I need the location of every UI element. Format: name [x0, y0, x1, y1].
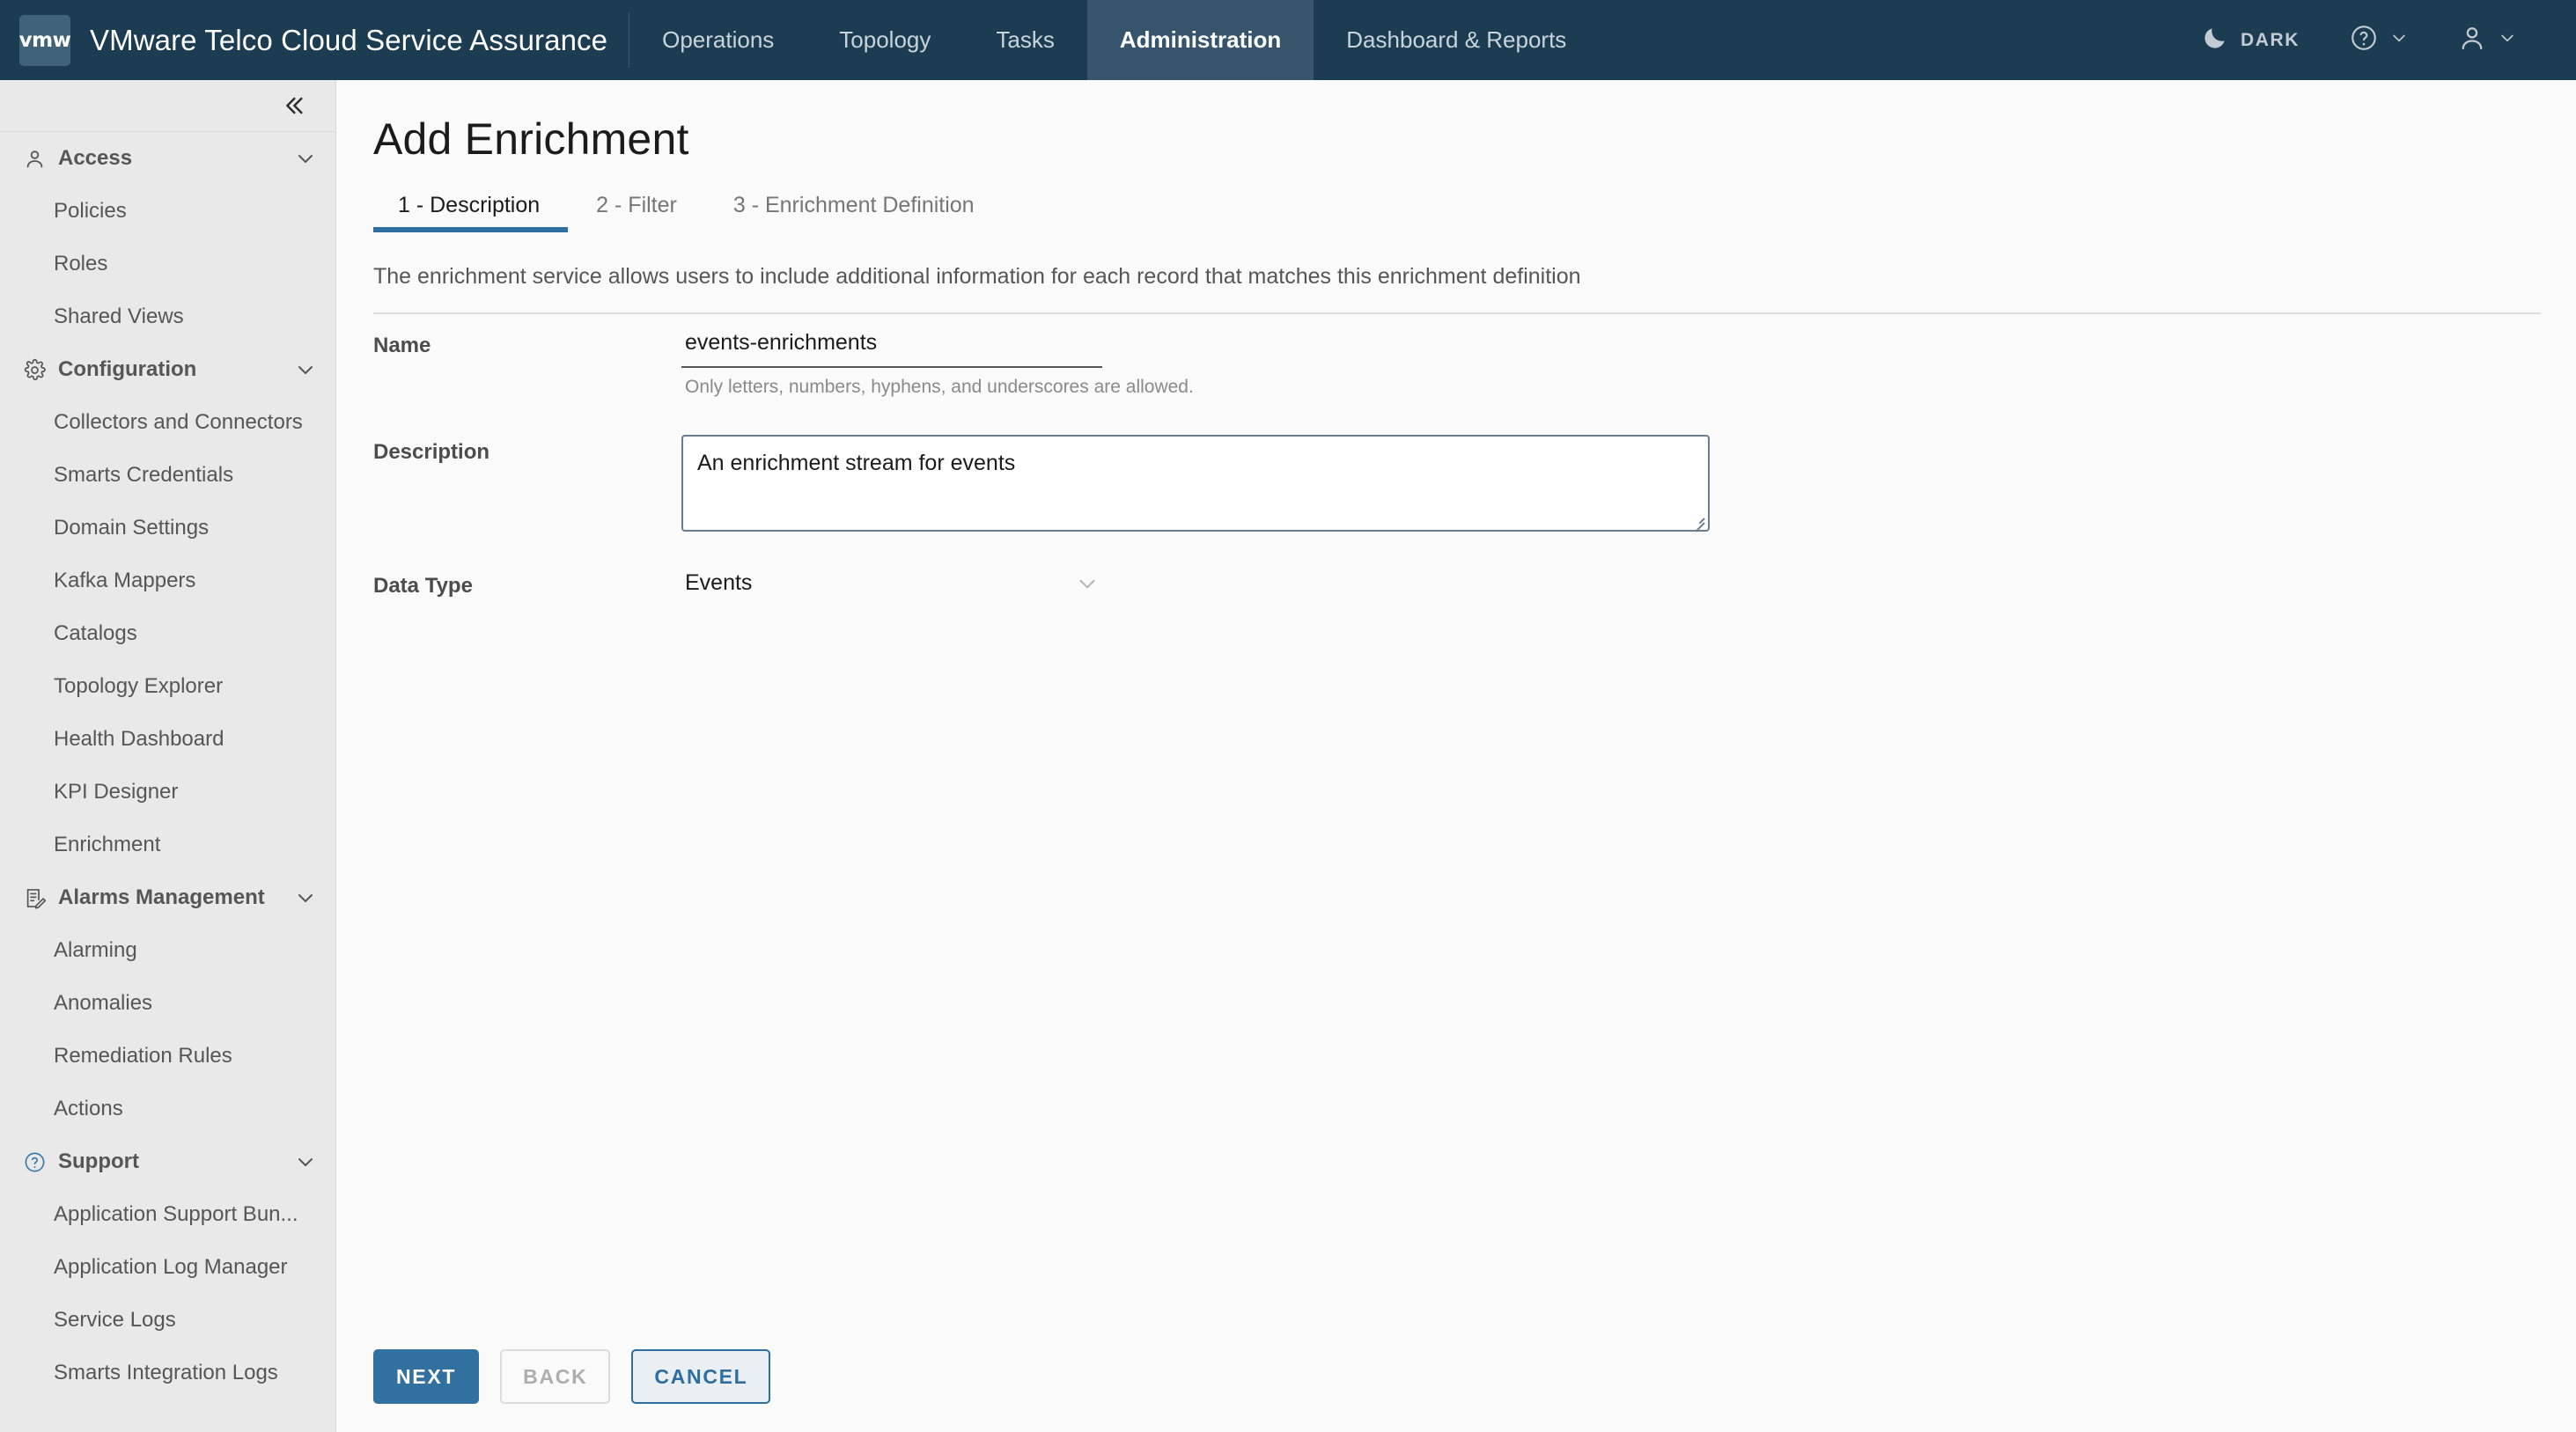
sidebar-item-anomalies[interactable]: Anomalies	[0, 977, 335, 1030]
main-content: Add Enrichment 1 - Description 2 - Filte…	[336, 80, 2576, 1432]
nav-item-dashboard-reports[interactable]: Dashboard & Reports	[1314, 0, 1599, 80]
question-circle-icon	[2349, 23, 2379, 57]
cancel-button[interactable]: CANCEL	[631, 1349, 771, 1404]
name-control: Only letters, numbers, hyphens, and unde…	[681, 328, 1194, 398]
user-menu[interactable]	[2432, 23, 2541, 57]
moon-icon	[2201, 24, 2229, 56]
tab-description[interactable]: 1 - Description	[373, 193, 569, 232]
sidebar-group-label: Support	[58, 1149, 139, 1173]
sidebar-item-smarts-integration-logs[interactable]: Smarts Integration Logs	[0, 1347, 335, 1399]
wizard-tabs: 1 - Description 2 - Filter 3 - Enrichmen…	[373, 193, 2576, 232]
sidebar-item-enrichment[interactable]: Enrichment	[0, 819, 335, 871]
chevron-down-icon	[295, 359, 316, 380]
data-type-value: Events	[685, 570, 753, 595]
gear-icon	[21, 356, 48, 383]
nav-item-tasks[interactable]: Tasks	[963, 0, 1086, 80]
sidebar-item-health-dashboard[interactable]: Health Dashboard	[0, 713, 335, 766]
description-label: Description	[373, 440, 490, 464]
chevron-down-icon	[295, 148, 316, 169]
description-control: An enrichment stream for events	[681, 435, 1710, 532]
sidebar-group-alarms-management[interactable]: Alarms Management	[0, 871, 335, 924]
vmware-logo: vmw	[19, 14, 71, 66]
tab-filter[interactable]: 2 - Filter	[568, 193, 705, 232]
sidebar: Access Policies Roles Shared Views Confi…	[0, 80, 336, 1432]
description-textarea[interactable]: An enrichment stream for events	[681, 435, 1710, 532]
sidebar-group-label: Configuration	[58, 357, 197, 381]
sidebar-item-topology-explorer[interactable]: Topology Explorer	[0, 660, 335, 713]
user-icon	[21, 145, 48, 172]
app-title: VMware Telco Cloud Service Assurance	[90, 23, 608, 56]
sidebar-group-label: Access	[58, 146, 133, 170]
list-edit-icon	[21, 885, 48, 911]
name-label: Name	[373, 334, 431, 357]
sidebar-group-label: Alarms Management	[58, 885, 265, 909]
chevron-down-icon	[1076, 572, 1099, 595]
chevron-down-icon	[295, 887, 316, 908]
name-input[interactable]	[681, 328, 1102, 368]
double-chevron-left-icon[interactable]	[279, 92, 307, 120]
back-button: BACK	[500, 1349, 611, 1404]
nav-item-operations[interactable]: Operations	[629, 0, 806, 80]
sidebar-group-support[interactable]: Support	[0, 1135, 335, 1188]
primary-nav: Operations Topology Tasks Administration…	[629, 0, 1599, 80]
sidebar-item-application-log-manager[interactable]: Application Log Manager	[0, 1241, 335, 1294]
sidebar-item-kafka-mappers[interactable]: Kafka Mappers	[0, 554, 335, 607]
sidebar-group-access[interactable]: Access	[0, 132, 335, 185]
sidebar-item-kpi-designer[interactable]: KPI Designer	[0, 766, 335, 819]
sidebar-item-remediation-rules[interactable]: Remediation Rules	[0, 1030, 335, 1083]
data-type-label: Data Type	[373, 574, 473, 598]
sidebar-item-application-support-bundle[interactable]: Application Support Bun...	[0, 1188, 335, 1241]
chevron-down-icon	[295, 1151, 316, 1172]
sidebar-group-configuration[interactable]: Configuration	[0, 343, 335, 396]
body: Access Policies Roles Shared Views Confi…	[0, 80, 2576, 1432]
sidebar-item-collectors-and-connectors[interactable]: Collectors and Connectors	[0, 396, 335, 449]
next-button[interactable]: NEXT	[373, 1349, 480, 1404]
sidebar-item-alarming[interactable]: Alarming	[0, 924, 335, 977]
wizard-footer: NEXT BACK CANCEL	[373, 1349, 771, 1404]
sidebar-item-actions[interactable]: Actions	[0, 1083, 335, 1135]
chevron-down-icon	[2390, 29, 2408, 51]
nav-item-topology[interactable]: Topology	[806, 0, 963, 80]
sidebar-header	[0, 80, 335, 132]
sidebar-item-policies[interactable]: Policies	[0, 185, 335, 238]
nav-item-administration[interactable]: Administration	[1086, 0, 1314, 80]
tabs-baseline	[373, 312, 2541, 314]
sidebar-item-smarts-credentials[interactable]: Smarts Credentials	[0, 449, 335, 502]
sidebar-item-domain-settings[interactable]: Domain Settings	[0, 502, 335, 554]
description-row: Description An enrichment stream for eve…	[373, 435, 2576, 532]
theme-toggle-label: DARK	[2240, 29, 2300, 50]
theme-toggle[interactable]: DARK	[2176, 24, 2324, 56]
sidebar-item-service-logs[interactable]: Service Logs	[0, 1294, 335, 1347]
data-type-control: Events	[681, 569, 1102, 603]
sidebar-item-roles[interactable]: Roles	[0, 238, 335, 290]
name-row: Name Only letters, numbers, hyphens, and…	[373, 328, 2576, 398]
page-title: Add Enrichment	[373, 114, 689, 164]
chevron-down-icon	[2499, 29, 2516, 51]
question-circle-icon	[21, 1149, 48, 1175]
data-type-row: Data Type Events	[373, 569, 2576, 603]
user-icon	[2457, 23, 2487, 57]
intro-text: The enrichment service allows users to i…	[373, 264, 1581, 289]
sidebar-item-shared-views[interactable]: Shared Views	[0, 290, 335, 343]
data-type-select[interactable]: Events	[681, 569, 1102, 603]
name-helper-text: Only letters, numbers, hyphens, and unde…	[685, 377, 1194, 397]
enrichment-form: Name Only letters, numbers, hyphens, and…	[336, 328, 2576, 603]
sidebar-item-catalogs[interactable]: Catalogs	[0, 607, 335, 660]
header-actions: DARK	[2176, 0, 2576, 80]
help-menu[interactable]	[2324, 23, 2432, 57]
brand: vmw VMware Telco Cloud Service Assurance	[0, 0, 629, 80]
tab-enrichment-definition[interactable]: 3 - Enrichment Definition	[705, 193, 1003, 232]
top-header: vmw VMware Telco Cloud Service Assurance…	[0, 0, 2576, 80]
